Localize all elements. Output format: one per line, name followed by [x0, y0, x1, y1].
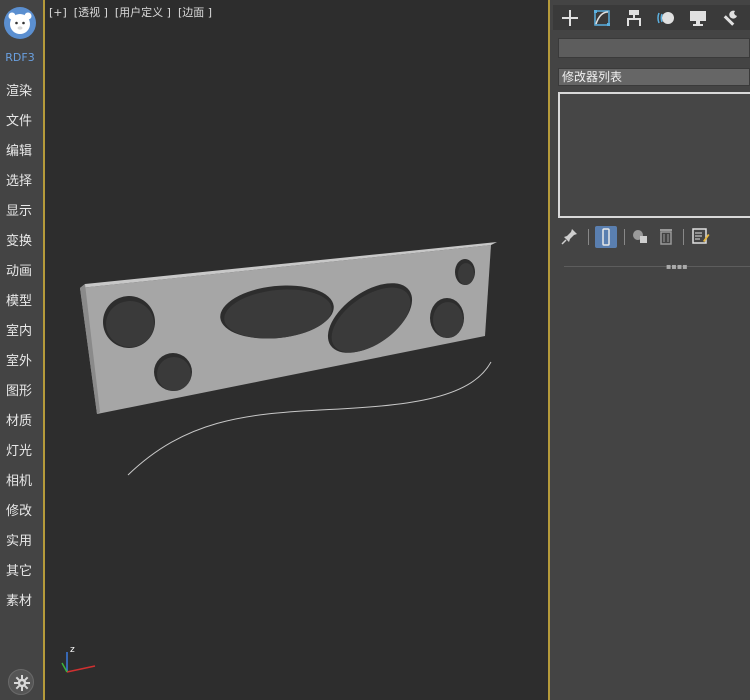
create-plus-icon[interactable] [555, 5, 585, 30]
menu-item-render[interactable]: 渲染 [6, 80, 32, 99]
perspective-viewport[interactable]: [+] [透视 ] [用户定义 ] [边面 ] z [45, 0, 548, 700]
menu-item-shapes[interactable]: 图形 [6, 380, 32, 399]
menu-item-assets[interactable]: 素材 [6, 590, 32, 609]
menu-item-transform[interactable]: 变换 [6, 230, 32, 249]
display-monitor-icon[interactable] [683, 5, 713, 30]
menu-item-other[interactable]: 其它 [6, 560, 32, 579]
menu-item-lights[interactable]: 灯光 [6, 440, 32, 459]
command-panel-tabs [553, 5, 750, 30]
motion-icon[interactable] [651, 5, 681, 30]
menu-item-material[interactable]: 材质 [6, 410, 32, 429]
menu-item-animation[interactable]: 动画 [6, 260, 32, 279]
utilities-wrench-icon[interactable] [715, 5, 745, 30]
menu-item-select[interactable]: 选择 [6, 170, 32, 189]
menu-item-interior[interactable]: 室内 [6, 320, 32, 339]
brand-label: RDF3 [5, 51, 35, 64]
command-panel: 修改器列表 ▪▪▪▪ [550, 0, 750, 700]
menu-item-exterior[interactable]: 室外 [6, 350, 32, 369]
object-name-field[interactable] [558, 38, 750, 58]
menu-item-modify[interactable]: 修改 [6, 500, 32, 519]
panel-resize-grip-icon[interactable]: ▪▪▪▪ [666, 263, 688, 271]
show-end-result-icon[interactable] [595, 226, 617, 248]
modifier-list-dropdown[interactable]: 修改器列表 [558, 68, 750, 86]
rollout-divider [564, 266, 750, 267]
modifier-stack[interactable] [558, 92, 750, 218]
menu-item-camera[interactable]: 相机 [6, 470, 32, 489]
hierarchy-icon[interactable] [619, 5, 649, 30]
menu-item-utility[interactable]: 实用 [6, 530, 32, 549]
remove-modifier-icon[interactable] [656, 226, 678, 248]
toolbar-separator [588, 229, 589, 245]
menu-item-display[interactable]: 显示 [6, 200, 32, 219]
toolbar-separator [624, 229, 625, 245]
menu-item-edit[interactable]: 编辑 [6, 140, 32, 159]
left-menu: RDF3 渲染 文件 编辑 选择 显示 变换 动画 模型 室内 室外 图形 材质… [0, 0, 43, 700]
menu-item-file[interactable]: 文件 [6, 110, 32, 129]
axis-z-label: z [70, 645, 75, 655]
axis-gizmo [61, 652, 96, 673]
settings-icon[interactable] [8, 669, 34, 695]
viewport-scene: z [61, 242, 497, 673]
pin-icon[interactable] [560, 226, 582, 248]
modify-curve-icon[interactable] [587, 5, 617, 30]
menu-item-model[interactable]: 模型 [6, 290, 32, 309]
configure-modifier-sets-icon[interactable] [690, 226, 712, 248]
toolbar-separator [683, 229, 684, 245]
make-unique-icon[interactable] [630, 226, 652, 248]
app-logo-icon[interactable] [4, 7, 36, 39]
